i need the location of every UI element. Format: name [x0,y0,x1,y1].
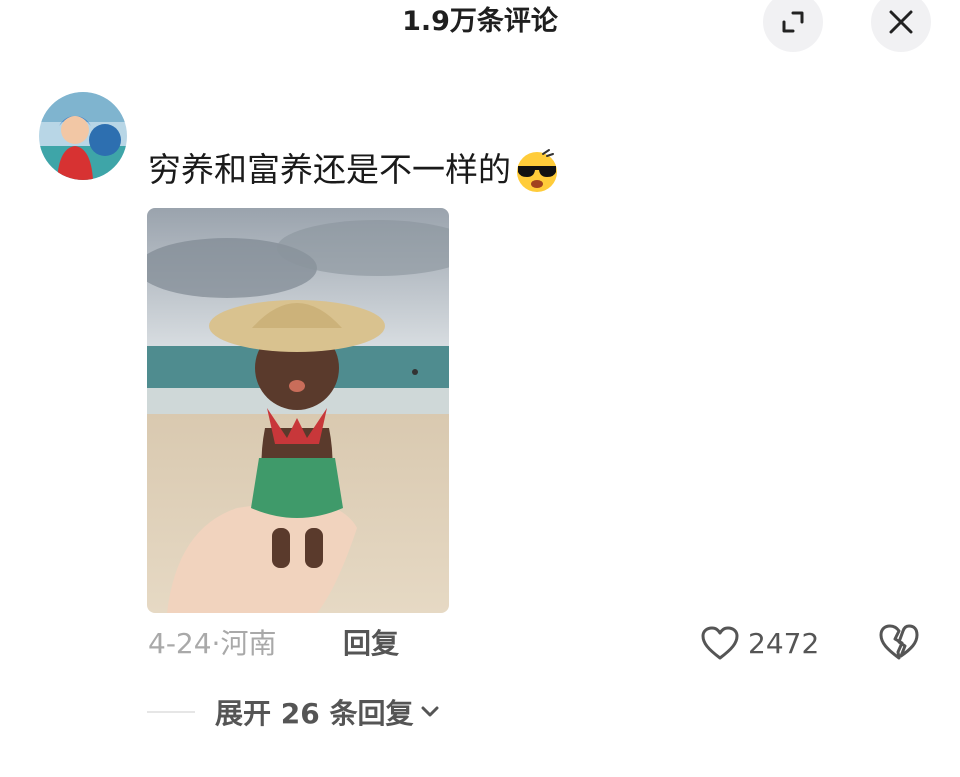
cool-sunglasses-emoji-icon [517,149,557,192]
close-button[interactable] [871,0,931,52]
expand-panel-button[interactable] [763,0,823,52]
chevron-down-icon [421,706,439,717]
reply-button[interactable]: 回复 [343,622,399,666]
avatar-image [39,92,127,180]
avatar[interactable] [39,92,127,180]
comment-date: 4-24 [148,627,212,660]
comment-location: 河南 [220,627,277,660]
doll-beach-image [147,208,449,613]
broken-heart-icon [879,624,919,660]
comment-body: 穷养和富养还是不一样的 [148,150,511,189]
expand-replies-label: 展开 26 条回复 [215,697,414,730]
dislike-button[interactable] [878,622,920,664]
close-icon [889,10,913,34]
comment-meta: 4-24·河南 [148,622,276,666]
comment-photo[interactable] [147,208,449,613]
expand-replies-button[interactable]: 展开 26 条回复 [147,690,439,734]
like-count: 2472 [748,626,820,660]
divider-line [147,711,195,713]
expand-icon [782,11,804,33]
heart-icon [701,626,739,660]
comment-text: 穷养和富养还是不一样的 [148,146,561,194]
like-button[interactable]: 2472 [700,620,819,666]
